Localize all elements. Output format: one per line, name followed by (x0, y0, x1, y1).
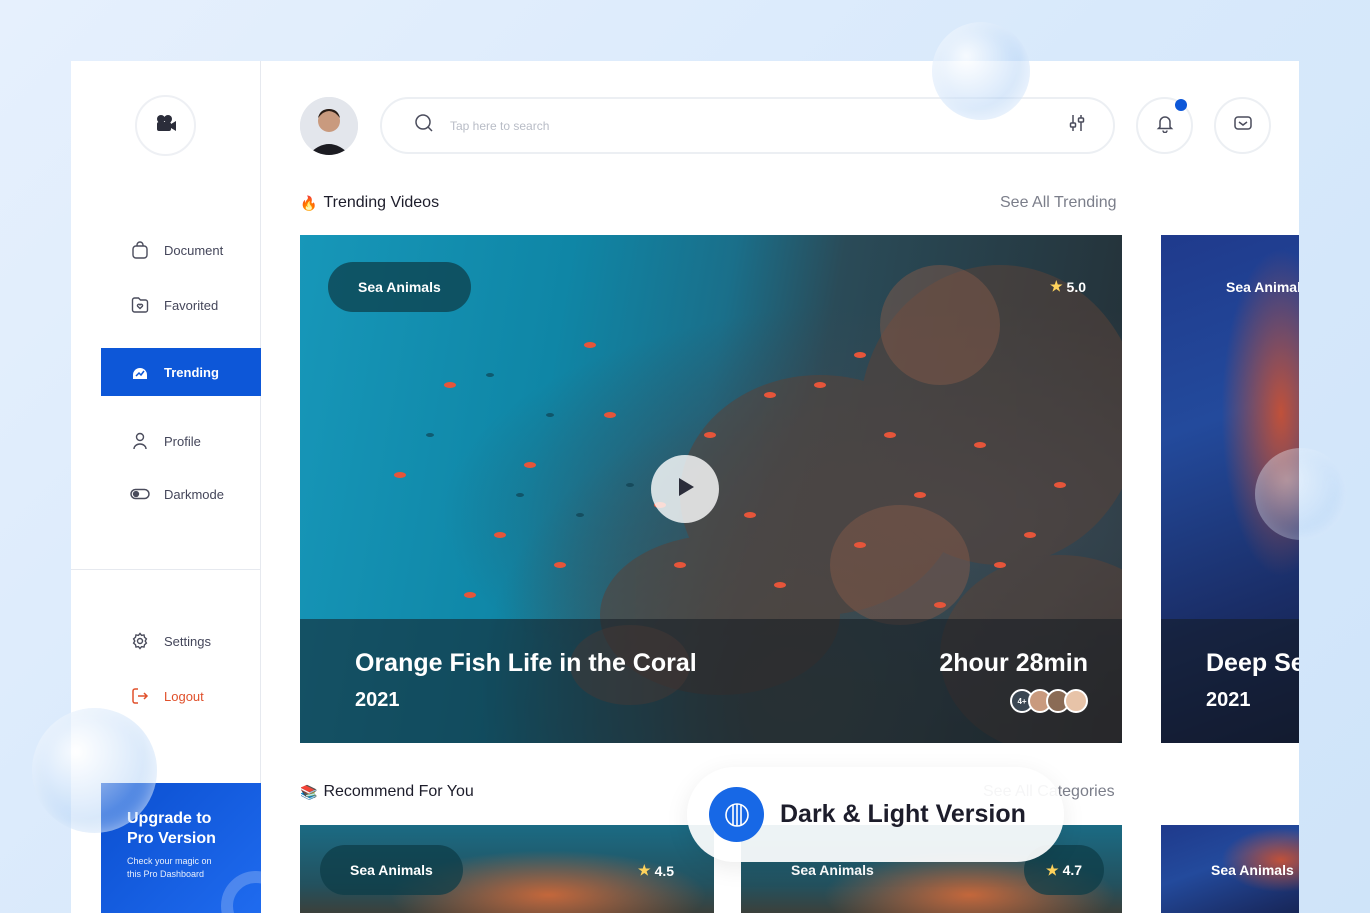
user-icon (130, 431, 150, 451)
app-logo[interactable] (135, 95, 196, 156)
fire-icon: 🔥 (300, 194, 318, 211)
contrast-icon (709, 787, 764, 842)
card-info-overlay (300, 619, 1122, 743)
notification-dot (1175, 99, 1187, 111)
bell-icon (1155, 113, 1175, 138)
sidebar-item-label: Profile (164, 433, 201, 449)
decorative-bubble (32, 708, 157, 833)
logout-icon (130, 686, 150, 706)
video-duration: 2hour 28min (939, 649, 1088, 677)
category-tag[interactable]: Sea Animals (328, 262, 471, 312)
avatar[interactable] (300, 97, 358, 155)
trending-section-title: 🔥 Trending Videos (300, 194, 440, 211)
notifications-button[interactable] (1136, 97, 1193, 154)
video-title: Orange Fish Life in the Coral (355, 649, 697, 677)
bag-icon (130, 240, 150, 260)
sidebar-item-label: Logout (164, 688, 204, 704)
sidebar-item-darkmode[interactable]: Darkmode (101, 470, 261, 518)
filter-icon[interactable] (1067, 113, 1087, 138)
promo-label: Dark & Light Version (780, 800, 1026, 828)
recommend-video-card[interactable]: Sea Animals (1161, 825, 1299, 913)
books-icon: 📚 (300, 783, 318, 800)
star-icon: ★ (638, 862, 651, 878)
star-icon: ★ (1049, 278, 1063, 294)
sidebar-item-logout[interactable]: Logout (101, 672, 261, 720)
category-tag[interactable]: Sea Animals (320, 845, 463, 895)
play-button[interactable] (651, 455, 719, 523)
video-year: 2021 (1206, 689, 1251, 711)
video-camera-icon (155, 114, 177, 137)
recommend-video-card[interactable]: Sea Animals ★ 4.5 (300, 825, 714, 913)
sidebar-item-label: Document (164, 242, 224, 258)
video-year: 2021 (355, 689, 400, 711)
see-all-trending-link[interactable]: See All Trending (1000, 194, 1117, 212)
search-input[interactable] (450, 118, 1067, 133)
dashboard-window: Document Favorited Trending Profile Dark… (71, 61, 1299, 913)
sidebar-divider (71, 569, 261, 570)
sidebar-item-document[interactable]: Document (101, 226, 261, 274)
main-content: 🔥 Trending Videos See All Trending Sea A (261, 61, 1299, 913)
rating-badge: ★ 4.5 (638, 862, 675, 879)
messages-button[interactable] (1214, 97, 1271, 154)
star-icon: ★ (1046, 861, 1059, 878)
sidebar-item-profile[interactable]: Profile (101, 417, 261, 465)
sidebar-item-label: Darkmode (164, 486, 224, 502)
gear-icon (130, 631, 150, 651)
sidebar-item-label: Trending (164, 364, 219, 380)
play-icon (672, 474, 698, 505)
mail-icon (1233, 113, 1253, 138)
trending-video-card[interactable]: Sea Animals ★ 5.0 Orange Fish Life in the… (300, 235, 1122, 743)
decorative-bubble (932, 22, 1030, 120)
sidebar-item-trending[interactable]: Trending (101, 348, 261, 396)
video-title: Deep Se (1206, 649, 1299, 677)
sidebar-item-favorited[interactable]: Favorited (101, 281, 261, 329)
viewer-avatars: 4+ (1010, 689, 1088, 713)
sidebar-item-settings[interactable]: Settings (101, 617, 261, 665)
rating-badge: ★ 5.0 (1049, 278, 1086, 295)
dark-light-version-badge: Dark & Light Version (687, 767, 1064, 862)
folder-heart-icon (130, 295, 150, 315)
viewer-avatar (1064, 689, 1088, 713)
upgrade-title: Upgrade to Pro Version (127, 810, 216, 847)
category-tag[interactable]: Sea Animals (1196, 262, 1299, 312)
card-info-overlay (1161, 619, 1299, 743)
sidebar-item-label: Favorited (164, 297, 219, 313)
sidebar-item-label: Settings (164, 633, 211, 649)
decorative-bubble (1255, 448, 1347, 540)
trending-icon (130, 362, 150, 382)
toggle-icon (130, 484, 150, 504)
category-tag[interactable]: Sea Animals (1181, 845, 1299, 895)
search-icon (414, 113, 434, 138)
recommend-section-title: 📚 Recommend For You (300, 783, 474, 800)
